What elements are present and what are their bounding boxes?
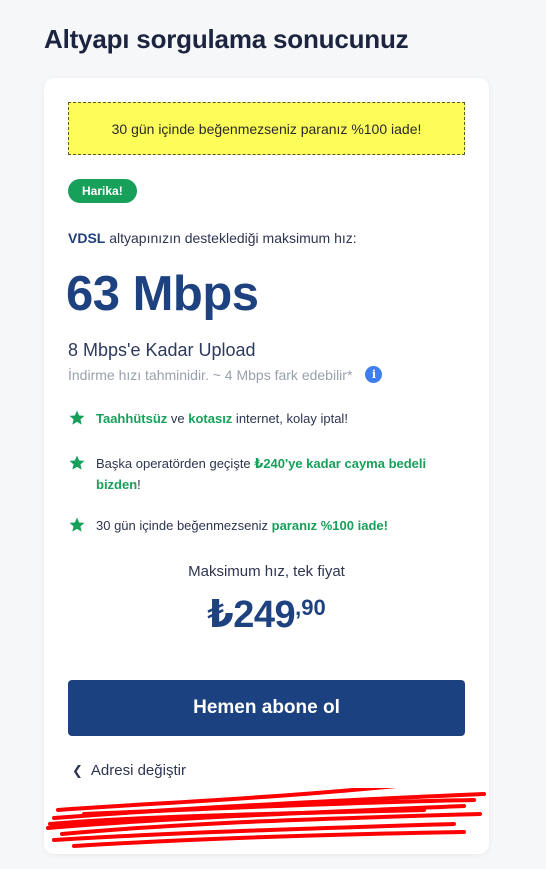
change-address-label: Adresi değiştir <box>90 762 186 779</box>
star-icon <box>69 455 85 470</box>
estimate-row: İndirme hızı tahminidir. ~ 4 Mbps fark e… <box>68 366 383 383</box>
feature-highlight: paranız %100 iade! <box>271 518 388 533</box>
feature-text: 30 gün içinde beğenmezseniz paranız %100… <box>96 515 388 536</box>
feature-text: Taahhütsüz ve kotasız internet, kolay ip… <box>96 408 348 429</box>
feature-plain: Başka operatörden geçişte <box>96 456 255 471</box>
page-title: Altyapı sorgulama sonucunuz <box>44 24 409 54</box>
info-icon[interactable]: i <box>365 366 383 383</box>
star-icon <box>69 517 85 532</box>
star-icon <box>69 410 85 425</box>
feature-item: Taahhütsüz ve kotasız internet, kolay ip… <box>68 408 448 429</box>
feature-text: Başka operatörden geçişte ₺240'ye kadar … <box>96 453 448 495</box>
status-badge: Harika! <box>68 179 137 203</box>
result-card: 30 gün içinde beğenmezseniz paranız %100… <box>44 78 489 854</box>
price-display: ₺249,90 <box>44 592 489 637</box>
speed-intro-text: altyapınızın desteklediği maksimum hız: <box>105 230 357 246</box>
feature-plain: 30 gün içinde beğenmezseniz <box>96 518 272 533</box>
feature-plain: ve <box>167 411 189 426</box>
upload-speed-text: 8 Mbps'e Kadar Upload <box>68 340 256 360</box>
price-label: Maksimum hız, tek fiyat <box>188 563 345 580</box>
chevron-left-icon: ❮ <box>72 762 83 778</box>
estimate-note: İndirme hızı tahminidir. ~ 4 Mbps fark e… <box>68 366 353 383</box>
price-cents: ,90 <box>295 595 326 620</box>
guarantee-banner: 30 gün içinde beğenmezseniz paranız %100… <box>68 102 465 155</box>
speed-intro: VDSL altyapınızın desteklediği maksimum … <box>68 230 357 246</box>
tech-label: VDSL <box>68 230 106 246</box>
max-speed-value: 63 Mbps <box>66 267 259 321</box>
price-main: ₺249 <box>207 594 296 636</box>
feature-highlight: kotasız <box>188 411 233 426</box>
change-address-link[interactable]: ❮ Adresi değiştir <box>72 762 186 779</box>
feature-plain: ! <box>137 477 141 492</box>
feature-item: 30 gün içinde beğenmezseniz paranız %100… <box>68 515 448 536</box>
feature-plain: internet, kolay iptal! <box>232 411 348 426</box>
feature-item: Başka operatörden geçişte ₺240'ye kadar … <box>68 453 448 495</box>
feature-highlight: Taahhütsüz <box>96 411 168 426</box>
subscribe-button[interactable]: Hemen abone ol <box>68 680 465 736</box>
redaction-scribble <box>46 788 486 848</box>
